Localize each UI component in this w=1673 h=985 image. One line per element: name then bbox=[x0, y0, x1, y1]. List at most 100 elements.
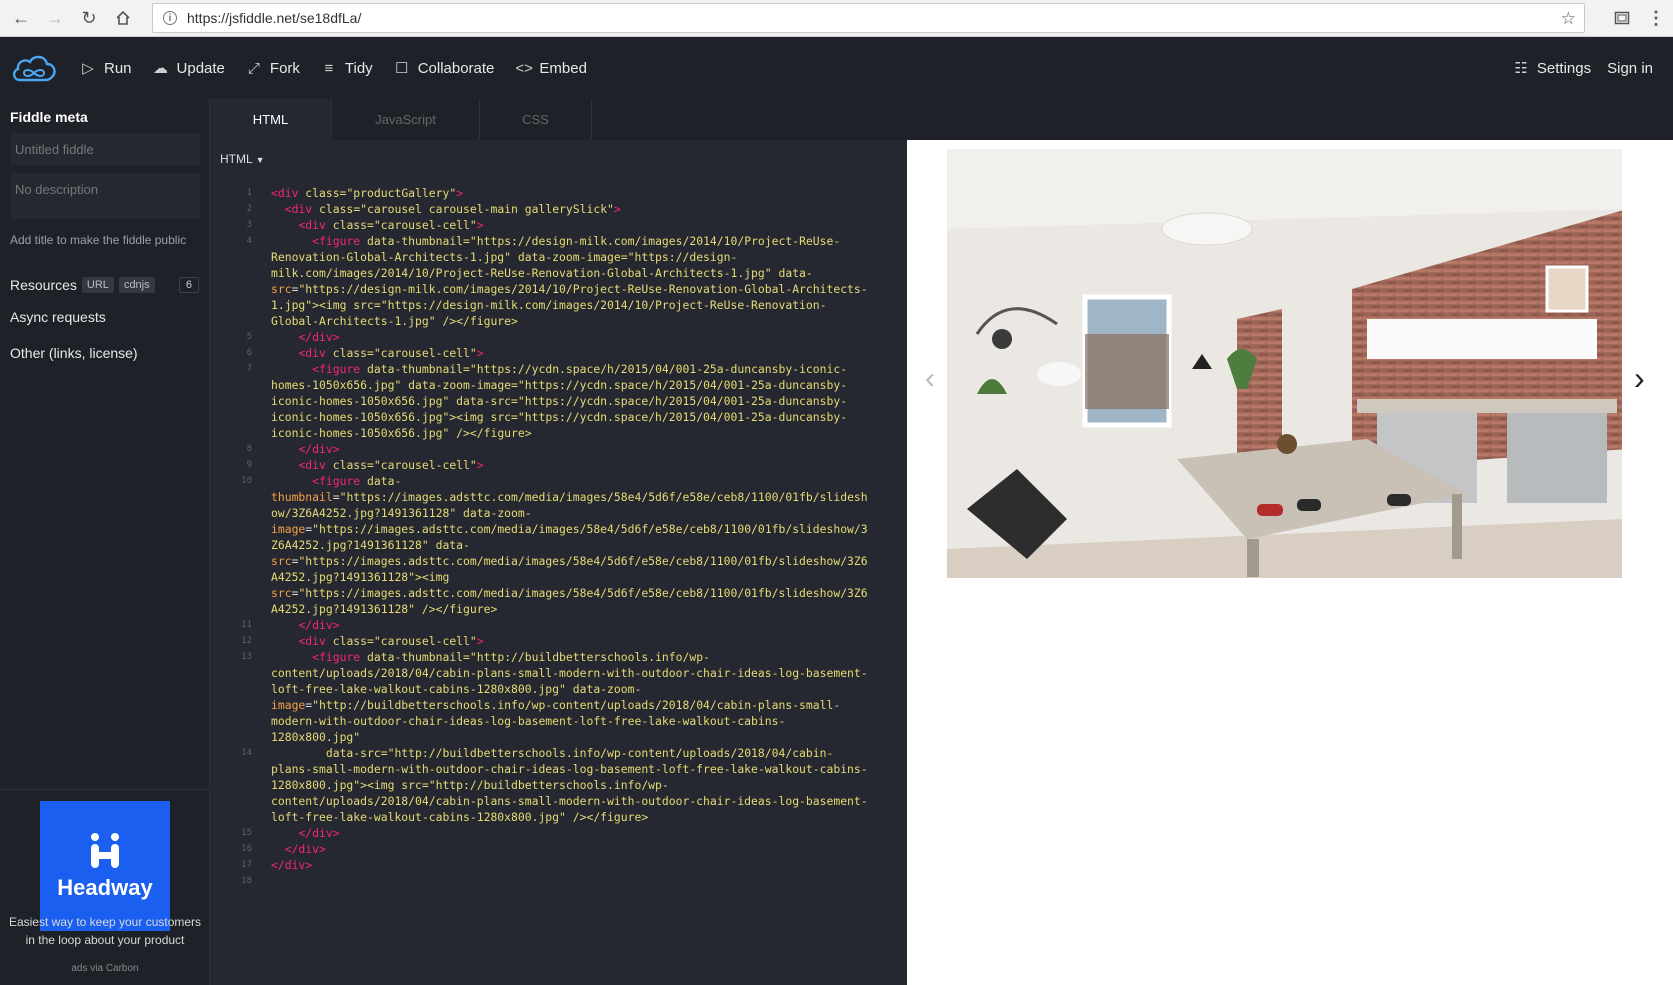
menu-kebab-icon[interactable]: ⋮ bbox=[1639, 1, 1673, 35]
code-text[interactable]: src="https://images.adsttc.com/media/ima… bbox=[271, 553, 868, 569]
code-line[interactable]: thumbnail="https://images.adsttc.com/med… bbox=[210, 489, 907, 505]
update-button[interactable]: ☁ Update bbox=[153, 59, 225, 78]
code-line[interactable]: Renovation-Global-Architects-1.jpg" data… bbox=[210, 249, 907, 265]
code-line[interactable]: 17 </div> bbox=[210, 857, 907, 873]
code-text[interactable]: data-src="http://buildbetterschools.info… bbox=[271, 745, 834, 761]
code-line[interactable]: content/uploads/2018/04/cabin-plans-smal… bbox=[210, 665, 907, 681]
code-text[interactable]: 1280x800.jpg"><img src="http://buildbett… bbox=[271, 777, 669, 793]
code-line[interactable]: image="http://buildbetterschools.info/wp… bbox=[210, 697, 907, 713]
reload-icon[interactable]: ↻ bbox=[72, 1, 106, 35]
code-line[interactable]: Global-Architects-1.jpg" /></figure> bbox=[210, 313, 907, 329]
code-line[interactable]: plans-small-modern-with-outdoor-chair-id… bbox=[210, 761, 907, 777]
chevron-left-icon[interactable]: ‹ bbox=[925, 362, 935, 396]
code-text[interactable]: image="http://buildbetterschools.info/wp… bbox=[271, 697, 840, 713]
code-line[interactable]: homes-1050x656.jpg" data-zoom-image="htt… bbox=[210, 377, 907, 393]
home-icon[interactable] bbox=[106, 1, 140, 35]
code-text[interactable]: image="https://images.adsttc.com/media/i… bbox=[271, 521, 868, 537]
code-line[interactable]: loft-free-lake-walkout-cabins-1280x800.j… bbox=[210, 681, 907, 697]
back-icon[interactable]: ← bbox=[4, 1, 38, 35]
run-button[interactable]: ▷ Run bbox=[80, 59, 131, 78]
tab-javascript[interactable]: JavaScript bbox=[332, 99, 480, 140]
code-line[interactable]: 2 <div class="carousel carousel-main gal… bbox=[210, 201, 907, 217]
code-line[interactable]: 3 <div class="carousel-cell"> bbox=[210, 217, 907, 233]
code-text[interactable]: <div class="carousel carousel-main galle… bbox=[271, 201, 621, 217]
code-text[interactable]: <figure data-thumbnail="http://buildbett… bbox=[271, 649, 710, 665]
code-line[interactable]: 9 <div class="carousel-cell"> bbox=[210, 457, 907, 473]
code-text[interactable]: thumbnail="https://images.adsttc.com/med… bbox=[271, 489, 868, 505]
async-requests-link[interactable]: Async requests bbox=[10, 299, 199, 335]
tab-css[interactable]: CSS bbox=[480, 99, 592, 140]
code-text[interactable]: </div> bbox=[271, 825, 339, 841]
code-line[interactable]: 4 <figure data-thumbnail="https://design… bbox=[210, 233, 907, 249]
language-select[interactable]: HTML ▼ bbox=[220, 152, 265, 166]
code-line[interactable]: 5 </div> bbox=[210, 329, 907, 345]
address-bar[interactable]: i https://jsfiddle.net/se18dfLa/ ☆ bbox=[152, 3, 1585, 33]
code-line[interactable]: milk.com/images/2014/10/Project-ReUse-Re… bbox=[210, 265, 907, 281]
code-text[interactable]: </div> bbox=[271, 857, 312, 873]
code-line[interactable]: 1280x800.jpg" bbox=[210, 729, 907, 745]
code-line[interactable]: 1 <div class="productGallery"> bbox=[210, 185, 907, 201]
info-icon[interactable]: i bbox=[163, 11, 177, 25]
code-text[interactable]: <figure data- bbox=[271, 473, 401, 489]
code-text[interactable]: Global-Architects-1.jpg" /></figure> bbox=[271, 313, 518, 329]
code-line[interactable]: 14 data-src="http://buildbetterschools.i… bbox=[210, 745, 907, 761]
code-text[interactable]: content/uploads/2018/04/cabin-plans-smal… bbox=[271, 665, 868, 681]
code-text[interactable]: iconic-homes-1050x656.jpg" /></figure> bbox=[271, 425, 532, 441]
code-line[interactable]: 18 bbox=[210, 873, 907, 889]
url-tag[interactable]: URL bbox=[81, 277, 114, 293]
code-line[interactable]: src="https://images.adsttc.com/media/ima… bbox=[210, 553, 907, 569]
code-text[interactable]: loft-free-lake-walkout-cabins-1280x800.j… bbox=[271, 809, 648, 825]
sign-in-link[interactable]: Sign in bbox=[1607, 60, 1653, 77]
code-line[interactable]: 10 <figure data- bbox=[210, 473, 907, 489]
code-line[interactable]: loft-free-lake-walkout-cabins-1280x800.j… bbox=[210, 809, 907, 825]
code-text[interactable]: </div> bbox=[271, 617, 339, 633]
headway-ad-image[interactable]: Headway bbox=[40, 801, 170, 931]
collaborate-button[interactable]: ☐ Collaborate bbox=[394, 59, 494, 78]
code-line[interactable]: 6 <div class="carousel-cell"> bbox=[210, 345, 907, 361]
resources-row[interactable]: Resources URL cdnjs 6 bbox=[10, 277, 199, 293]
code-line[interactable]: modern-with-outdoor-chair-ideas-log-base… bbox=[210, 713, 907, 729]
code-text[interactable]: milk.com/images/2014/10/Project-ReUse-Re… bbox=[271, 265, 813, 281]
code-text[interactable]: <div class="carousel-cell"> bbox=[271, 217, 483, 233]
code-line[interactable]: 1.jpg"><img src="https://design-milk.com… bbox=[210, 297, 907, 313]
code-area[interactable]: 1 <div class="productGallery"> 2 <div clas… bbox=[210, 185, 907, 889]
other-links-link[interactable]: Other (links, license) bbox=[10, 335, 199, 371]
code-line[interactable]: 11 </div> bbox=[210, 617, 907, 633]
code-line[interactable]: A4252.jpg?1491361128"><img bbox=[210, 569, 907, 585]
ad-footer[interactable]: ads via Carbon bbox=[0, 963, 210, 974]
code-text[interactable]: homes-1050x656.jpg" data-zoom-image="htt… bbox=[271, 377, 847, 393]
code-text[interactable]: A4252.jpg?1491361128" /></figure> bbox=[271, 601, 497, 617]
cast-icon[interactable] bbox=[1605, 1, 1639, 35]
embed-button[interactable]: <> Embed bbox=[515, 60, 587, 77]
code-text[interactable]: </div> bbox=[271, 329, 339, 345]
code-text[interactable]: content/uploads/2018/04/cabin-plans-smal… bbox=[271, 793, 868, 809]
code-line[interactable]: A4252.jpg?1491361128" /></figure> bbox=[210, 601, 907, 617]
settings-button[interactable]: ☷ Settings bbox=[1513, 59, 1591, 78]
code-text[interactable]: Renovation-Global-Architects-1.jpg" data… bbox=[271, 249, 737, 265]
code-line[interactable]: Z6A4252.jpg?1491361128" data- bbox=[210, 537, 907, 553]
code-line[interactable]: 15 </div> bbox=[210, 825, 907, 841]
code-line[interactable]: src="https://images.adsttc.com/media/ima… bbox=[210, 585, 907, 601]
code-text[interactable]: </div> bbox=[271, 841, 326, 857]
code-line[interactable]: 7 <figure data-thumbnail="https://ycdn.s… bbox=[210, 361, 907, 377]
chevron-right-icon[interactable]: › bbox=[1634, 360, 1645, 397]
code-line[interactable]: iconic-homes-1050x656.jpg" /></figure> bbox=[210, 425, 907, 441]
code-line[interactable]: ow/3Z6A4252.jpg?1491361128" data-zoom- bbox=[210, 505, 907, 521]
code-text[interactable]: src="https://design-milk.com/images/2014… bbox=[271, 281, 868, 297]
code-text[interactable]: A4252.jpg?1491361128"><img bbox=[271, 569, 449, 585]
code-text[interactable]: <div class="carousel-cell"> bbox=[271, 345, 483, 361]
fiddle-description-input[interactable]: No description bbox=[10, 173, 200, 219]
tidy-button[interactable]: ≡ Tidy bbox=[321, 60, 373, 77]
jsfiddle-logo-icon[interactable] bbox=[10, 50, 58, 86]
ad-text[interactable]: Easiest way to keep your customers in th… bbox=[8, 913, 202, 949]
code-text[interactable]: <div class="carousel-cell"> bbox=[271, 457, 483, 473]
code-line[interactable]: 16 </div> bbox=[210, 841, 907, 857]
code-line[interactable]: image="https://images.adsttc.com/media/i… bbox=[210, 521, 907, 537]
code-text[interactable]: <div class="carousel-cell"> bbox=[271, 633, 483, 649]
gallery-image[interactable] bbox=[947, 149, 1622, 578]
fork-button[interactable]: ⤢ Fork bbox=[246, 60, 300, 77]
code-line[interactable]: 8 </div> bbox=[210, 441, 907, 457]
code-text[interactable]: iconic-homes-1050x656.jpg"><img src="htt… bbox=[271, 409, 847, 425]
code-text[interactable]: ow/3Z6A4252.jpg?1491361128" data-zoom- bbox=[271, 505, 532, 521]
tab-html[interactable]: HTML bbox=[210, 99, 332, 140]
